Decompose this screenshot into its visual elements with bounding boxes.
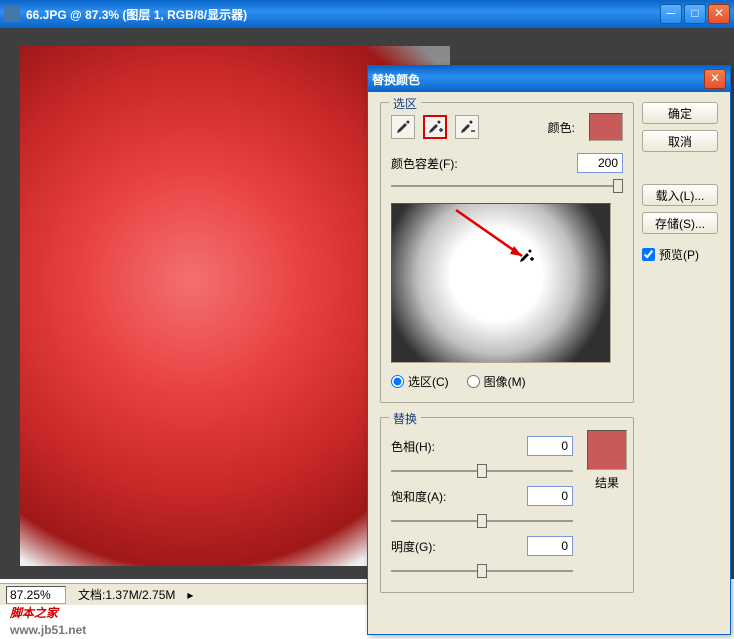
- saturation-label: 饱和度(A):: [391, 488, 459, 505]
- cancel-button[interactable]: 取消: [642, 130, 718, 152]
- eyedropper-row: 颜色:: [391, 113, 623, 141]
- eyedropper-cursor-icon: [518, 248, 534, 264]
- selection-group-title: 选区: [389, 95, 421, 112]
- ok-button[interactable]: 确定: [642, 102, 718, 124]
- status-chevron-icon[interactable]: ▸: [187, 588, 193, 602]
- hue-slider[interactable]: [391, 464, 573, 478]
- eyedropper-subtract-tool[interactable]: [455, 115, 479, 139]
- load-button[interactable]: 载入(L)...: [642, 184, 718, 206]
- radio-image[interactable]: 图像(M): [467, 373, 526, 390]
- window-controls: ─ □ ✕: [660, 4, 730, 24]
- result-block: 结果: [583, 430, 631, 491]
- preview-checkbox-row: 预览(P): [642, 246, 718, 263]
- saturation-input[interactable]: [527, 486, 573, 506]
- eyedropper-icon: [395, 119, 411, 135]
- document-title: 66.JPG @ 87.3% (图层 1, RGB/8/显示器): [26, 6, 660, 23]
- maximize-button[interactable]: □: [684, 4, 706, 24]
- lightness-slider[interactable]: [391, 564, 573, 578]
- main-titlebar: 66.JPG @ 87.3% (图层 1, RGB/8/显示器) ─ □ ✕: [0, 0, 734, 28]
- eyedropper-plus-icon: [427, 119, 443, 135]
- hue-input[interactable]: [527, 436, 573, 456]
- result-label: 结果: [595, 476, 619, 490]
- radio-image-input[interactable]: [467, 375, 480, 388]
- preview-label: 预览(P): [659, 246, 699, 263]
- dialog-buttons: 确定 取消 载入(L)... 存储(S)... 预览(P): [642, 102, 718, 607]
- preview-mode-radios: 选区(C) 图像(M): [391, 373, 623, 390]
- result-color-swatch[interactable]: [587, 430, 627, 470]
- save-button[interactable]: 存储(S)...: [642, 212, 718, 234]
- saturation-slider[interactable]: [391, 514, 573, 528]
- fuzziness-label: 颜色容差(F):: [391, 155, 469, 172]
- watermark-url: www.jb51.net: [10, 623, 86, 637]
- doc-size-label: 文档:1.37M/2.75M: [78, 586, 175, 603]
- color-label: 颜色:: [548, 119, 575, 136]
- sample-color-swatch[interactable]: [589, 113, 623, 141]
- app-icon: [4, 6, 20, 22]
- replace-color-dialog: 替换颜色 ✕ 选区 颜色:: [367, 65, 731, 635]
- hue-label: 色相(H):: [391, 438, 459, 455]
- eyedropper-minus-icon: [459, 119, 475, 135]
- dialog-title: 替换颜色: [372, 71, 704, 88]
- dialog-titlebar[interactable]: 替换颜色 ✕: [368, 66, 730, 92]
- lightness-label: 明度(G):: [391, 538, 459, 555]
- radio-selection[interactable]: 选区(C): [391, 373, 449, 390]
- saturation-row: 饱和度(A):: [391, 486, 573, 506]
- fuzziness-input[interactable]: [577, 153, 623, 173]
- close-button[interactable]: ✕: [708, 4, 730, 24]
- fuzziness-row: 颜色容差(F):: [391, 153, 623, 173]
- fuzziness-slider[interactable]: [391, 179, 623, 193]
- replace-group-title: 替换: [389, 410, 421, 427]
- replace-group: 替换 色相(H): 结果 饱和度(A): 明度(G):: [380, 417, 634, 593]
- minimize-button[interactable]: ─: [660, 4, 682, 24]
- watermark: 脚本之家 www.jb51.net: [10, 597, 86, 637]
- eyedropper-add-tool[interactable]: [423, 115, 447, 139]
- hue-row: 色相(H): 结果: [391, 436, 573, 456]
- preview-checkbox[interactable]: [642, 248, 655, 261]
- dialog-close-button[interactable]: ✕: [704, 69, 726, 89]
- radio-selection-input[interactable]: [391, 375, 404, 388]
- watermark-name: 脚本之家: [10, 606, 58, 620]
- eyedropper-tool[interactable]: [391, 115, 415, 139]
- selection-group: 选区 颜色: 颜色容差(F):: [380, 102, 634, 403]
- lightness-row: 明度(G):: [391, 536, 573, 556]
- lightness-input[interactable]: [527, 536, 573, 556]
- selection-preview[interactable]: [391, 203, 611, 363]
